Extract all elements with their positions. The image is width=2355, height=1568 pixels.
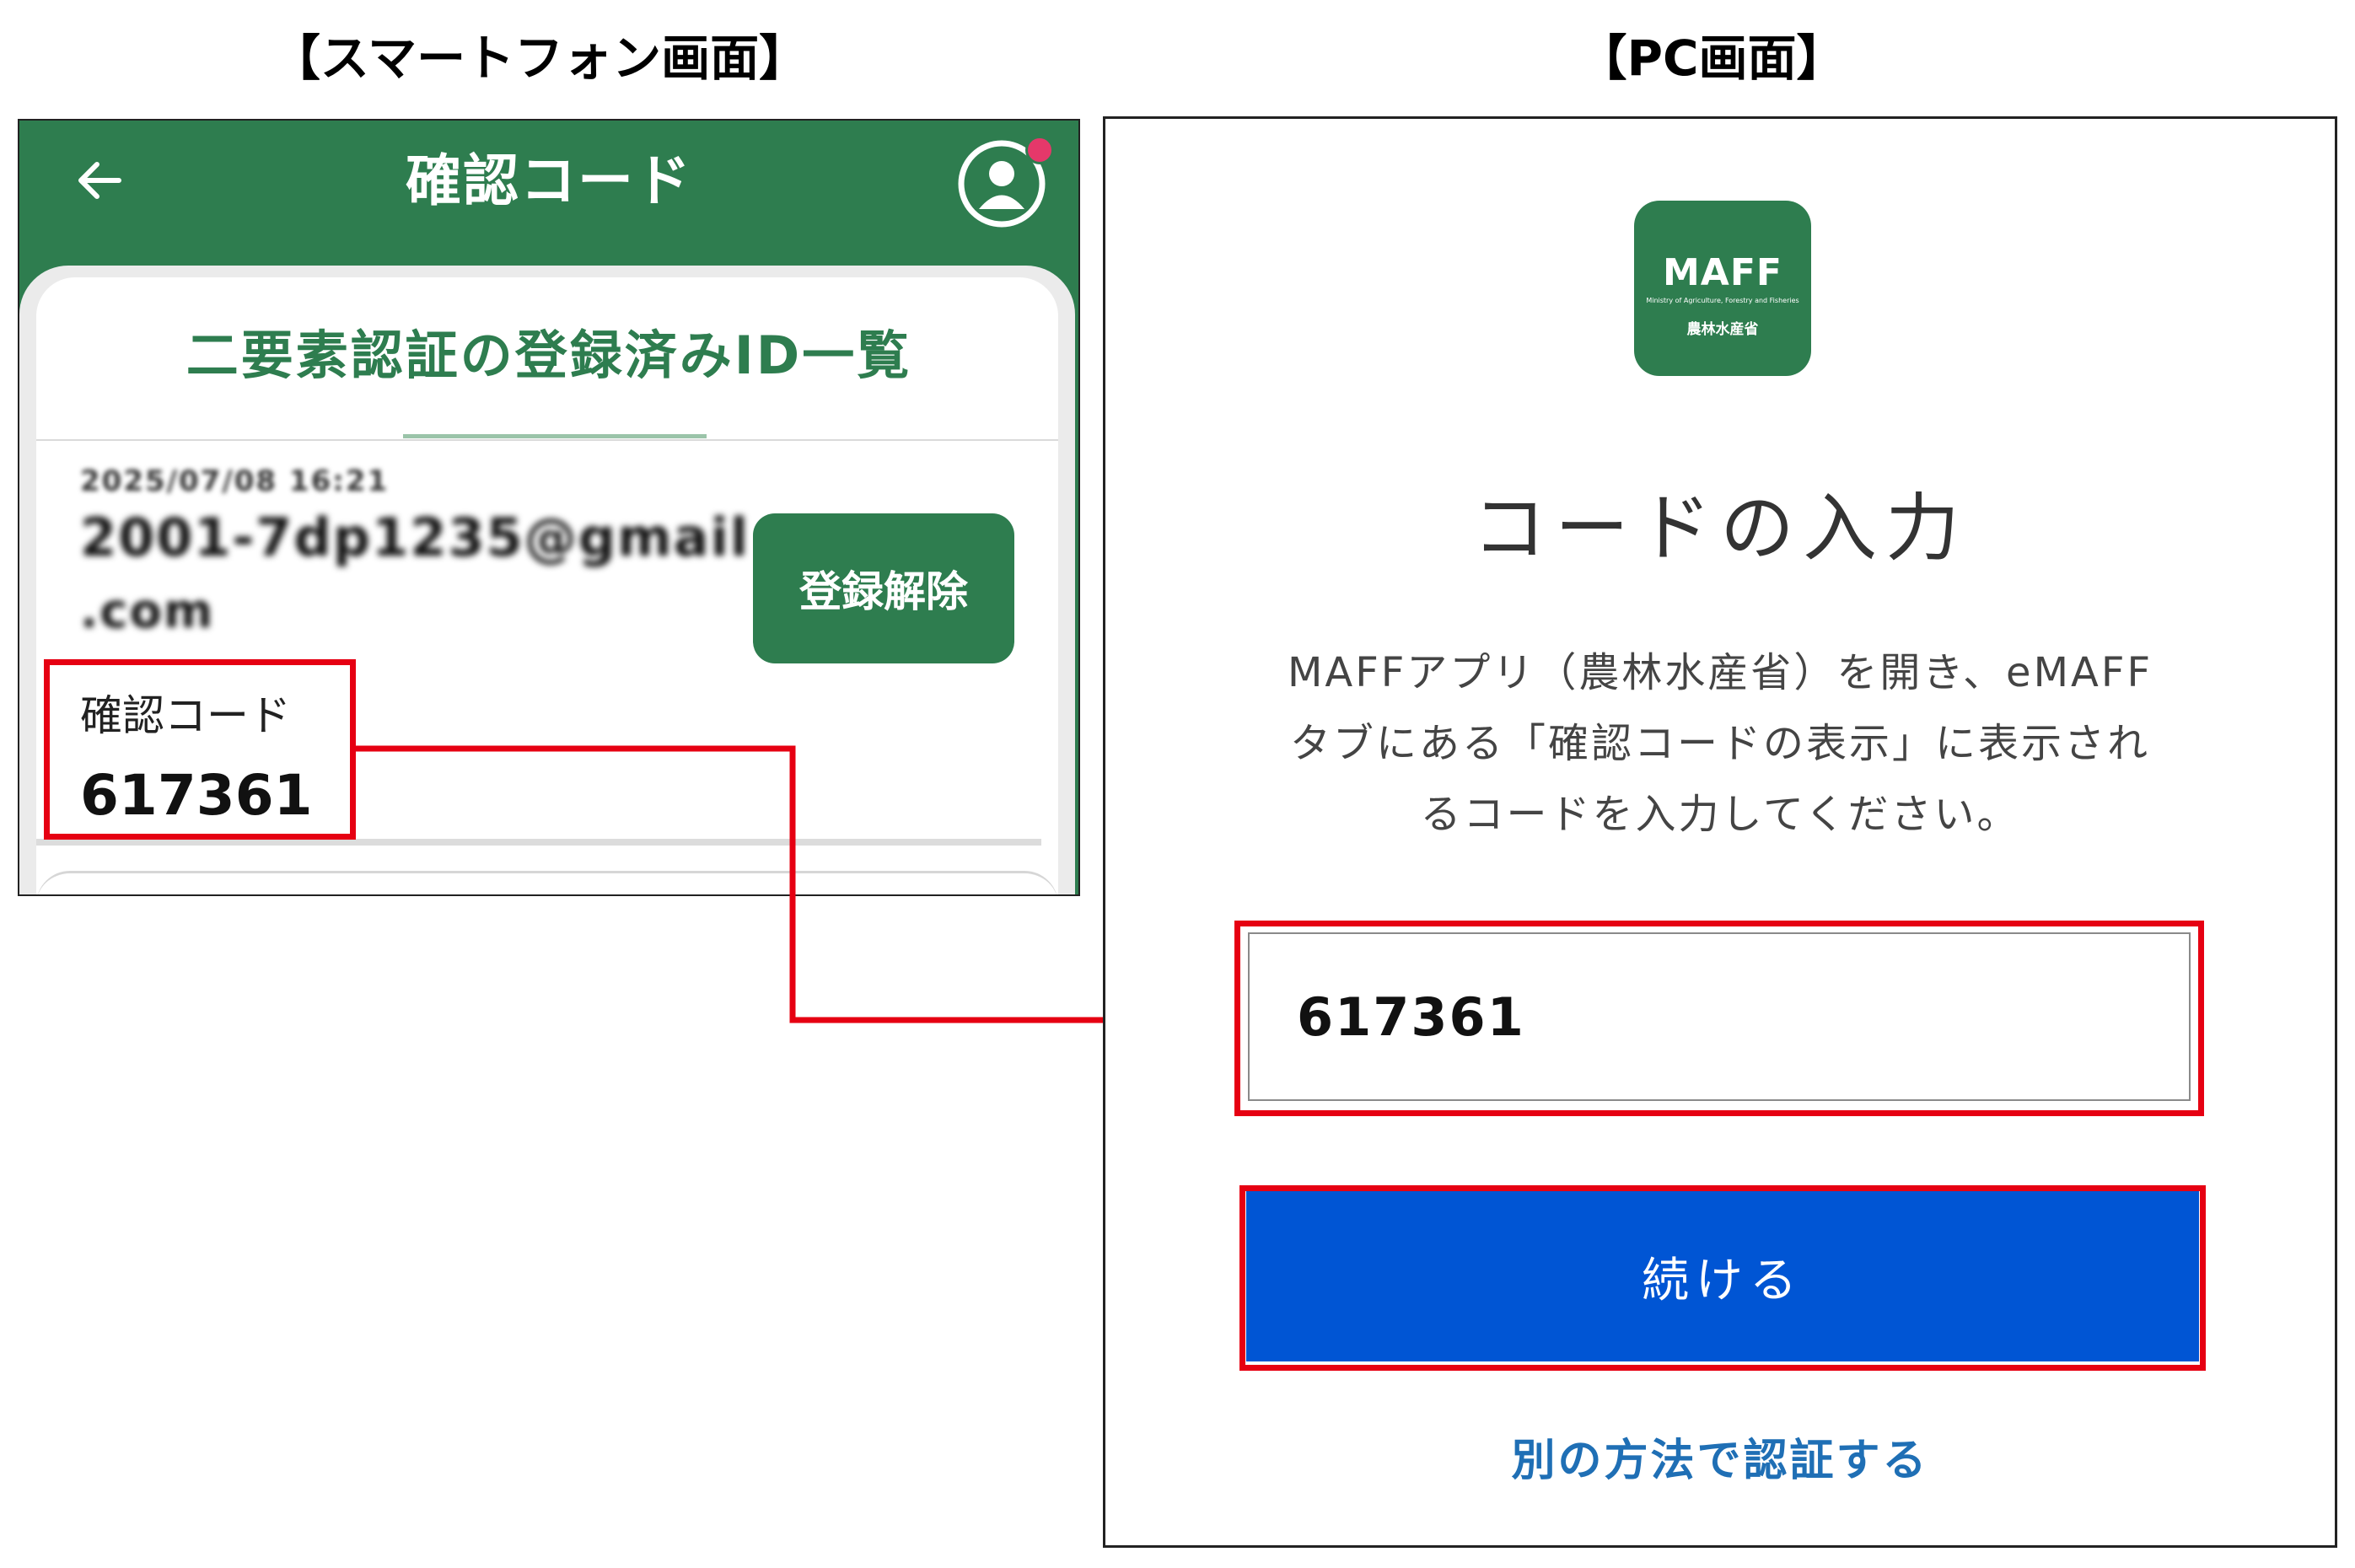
maff-logo: MAFF Ministry of Agriculture, Forestry a… (1634, 201, 1811, 376)
instructions-line: タブにある「確認コードの表示」に表示され (1289, 720, 2150, 767)
card-title-underline (403, 434, 707, 438)
registration-date: 2025/07/08 16:21 (80, 464, 390, 498)
input-highlight-box (1234, 921, 2204, 1116)
pc-section-heading: 【PC画面】 (1578, 30, 1846, 87)
button-highlight-box (1239, 1185, 2206, 1371)
logo-subtitle: Ministry of Agriculture, Forestry and Fi… (1646, 297, 1799, 304)
logo-japanese: 農林水産省 (1686, 321, 1759, 338)
phone-page-title: 確認コード (406, 148, 692, 213)
alternate-method-link[interactable]: 別の方法で認証する (1103, 1425, 2337, 1488)
logo-text: MAFF (1663, 251, 1782, 294)
next-card (36, 871, 1058, 894)
divider (36, 839, 1041, 846)
page-title: コードの入力 (1471, 485, 1968, 572)
unregister-button[interactable]: 登録解除 (753, 513, 1014, 663)
registered-email-domain: .com (80, 584, 215, 639)
instructions-line: るコードを入力してください。 (1420, 791, 2020, 838)
divider (36, 439, 1058, 441)
phone-section-heading: 【スマートフォン画面】 (271, 30, 809, 87)
notification-dot (1025, 136, 1054, 164)
code-highlight-box (44, 659, 356, 840)
instructions-line: MAFFアプリ（農林水産省）を開き、eMAFF (1287, 649, 2153, 696)
instructions: MAFFアプリ（農林水産省）を開き、eMAFF タブにある「確認コードの表示」に… (1231, 637, 2209, 850)
phone-header: 確認コード (19, 121, 1078, 239)
registered-email: 2001-7dp1235@gmail (80, 507, 750, 568)
card-title: 二要素認証の登録済みID一覧 (185, 325, 912, 386)
